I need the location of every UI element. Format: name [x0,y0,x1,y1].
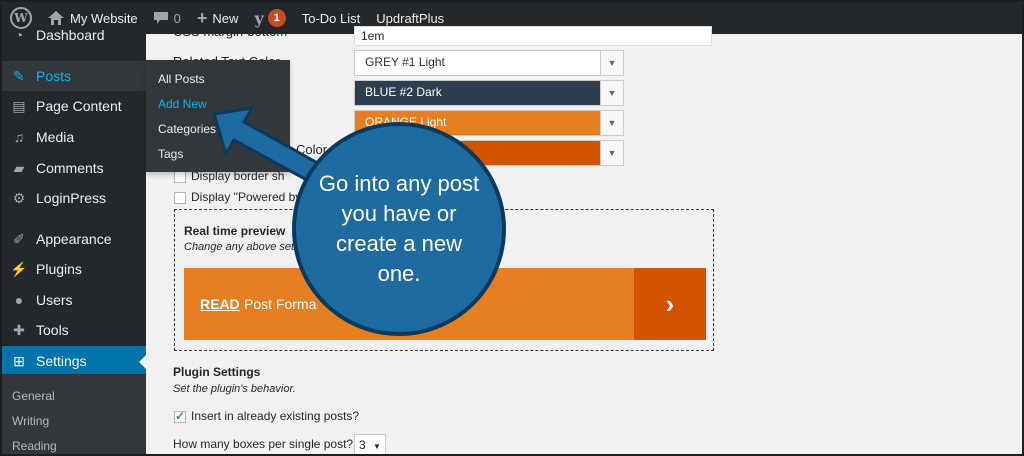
browser-frame: W My Website 0 + New y 1 To-Do List Updr… [0,0,1024,456]
instruction-callout: Go into any post you have or create a ne… [292,122,506,336]
callout-text: Go into any post you have or create a ne… [318,171,480,286]
callout-arrow-icon [212,106,350,198]
